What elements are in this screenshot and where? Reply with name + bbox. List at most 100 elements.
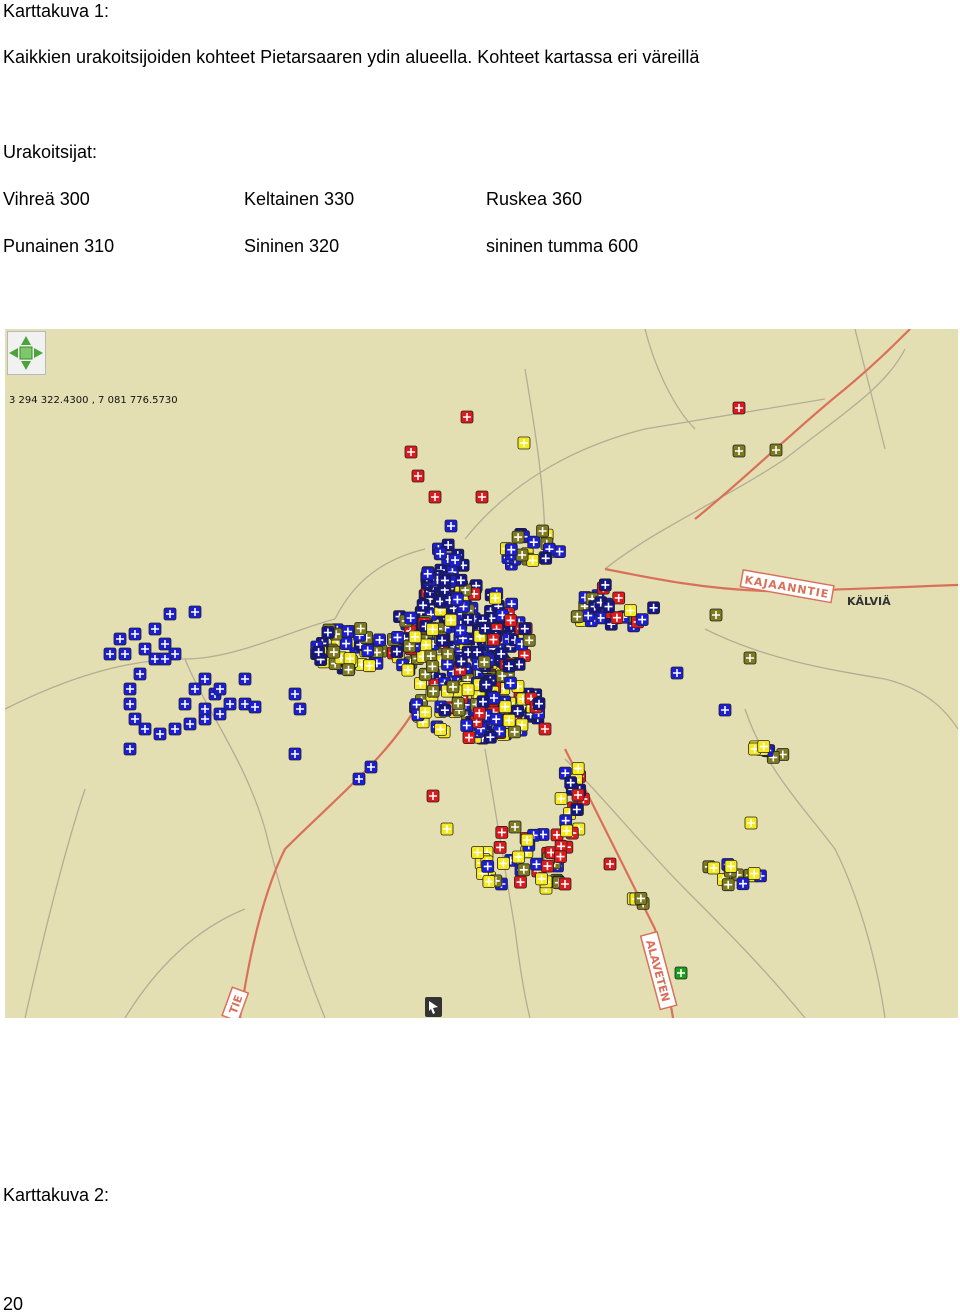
cross-marker-icon	[133, 667, 147, 681]
cross-marker-icon	[362, 659, 376, 673]
cross-marker-icon	[444, 613, 458, 627]
legend-yellow: Keltainen 330	[244, 189, 355, 209]
cross-marker-icon	[361, 644, 375, 657]
pan-compass-icon[interactable]	[8, 332, 45, 374]
cross-marker-icon	[451, 696, 465, 710]
cross-marker-icon	[178, 697, 192, 711]
cross-marker-icon	[426, 789, 440, 803]
cross-marker-icon	[401, 663, 415, 677]
cross-marker-icon	[441, 647, 455, 661]
cross-marker-icon	[707, 861, 721, 875]
cross-marker-icon	[489, 712, 503, 726]
cross-marker-icon	[502, 713, 516, 727]
cross-marker-icon	[558, 877, 572, 891]
cross-marker-icon	[448, 553, 462, 567]
map-view[interactable]: KAJAANNTIE KÄLVIÄ ALAVETEN TIE 3 294 322…	[5, 329, 958, 1018]
cross-marker-icon	[163, 607, 177, 621]
cross-marker-icon	[198, 672, 212, 686]
cross-marker-icon	[483, 730, 497, 744]
cross-marker-icon	[635, 613, 649, 627]
cross-marker-icon	[123, 742, 137, 756]
coordinate-readout: 3 294 322.4300 , 7 081 776.5730	[9, 395, 178, 406]
cross-marker-icon	[478, 621, 492, 635]
legend-dark-blue: sininen tumma 600	[486, 236, 639, 256]
cross-marker-icon	[404, 445, 418, 459]
cross-marker-icon	[416, 598, 430, 612]
page-number: 20	[3, 1294, 24, 1314]
cross-marker-icon	[342, 663, 355, 677]
caption-2: Karttakuva 2:	[3, 1185, 110, 1205]
cross-marker-icon	[602, 600, 615, 614]
minor-road	[464, 398, 826, 540]
cross-marker-icon	[709, 608, 723, 622]
cross-marker-icon	[538, 722, 552, 736]
cross-marker-icon	[438, 573, 452, 587]
cross-marker-icon	[213, 682, 227, 696]
cross-marker-icon	[496, 857, 510, 870]
cross-marker-icon	[462, 731, 476, 745]
cross-marker-icon	[419, 638, 433, 652]
site-markers	[103, 401, 790, 980]
cross-marker-icon	[450, 593, 464, 606]
cross-marker-icon	[475, 490, 489, 504]
cross-marker-icon	[520, 833, 534, 847]
cross-marker-icon	[391, 630, 404, 644]
cross-marker-icon	[571, 761, 585, 775]
cross-marker-icon	[532, 697, 546, 711]
cross-marker-icon	[183, 717, 197, 731]
intro-text: Kaikkien urakoitsijoiden kohteet Pietars…	[3, 47, 700, 67]
cross-marker-icon	[148, 622, 162, 636]
cross-marker-icon	[494, 647, 508, 661]
cross-marker-icon	[670, 666, 684, 680]
cross-marker-icon	[504, 613, 518, 627]
cross-marker-icon	[188, 605, 202, 619]
cross-marker-icon	[482, 875, 496, 888]
cross-marker-icon	[471, 846, 485, 859]
cross-marker-icon	[288, 687, 302, 701]
cross-marker-icon	[564, 776, 578, 790]
cross-marker-icon	[168, 722, 182, 736]
cross-marker-icon	[514, 875, 527, 889]
cross-marker-icon	[598, 578, 612, 592]
cross-marker-icon	[408, 630, 422, 644]
cross-marker-icon	[747, 867, 761, 880]
caption-1: Karttakuva 1:	[3, 1, 110, 21]
road-northeast	[694, 329, 911, 520]
cross-marker-icon	[460, 410, 474, 424]
cross-marker-icon	[536, 524, 549, 538]
cross-marker-icon	[434, 722, 447, 736]
pan-widget[interactable]	[7, 331, 46, 375]
cross-marker-icon	[461, 683, 475, 697]
cross-marker-icon	[460, 719, 474, 732]
cross-marker-icon	[481, 860, 495, 873]
cross-marker-icon	[488, 591, 502, 605]
cross-marker-icon	[732, 444, 746, 458]
minor-road	[704, 628, 958, 730]
cross-marker-icon	[138, 642, 152, 656]
cross-marker-icon	[560, 824, 573, 838]
cross-marker-icon	[364, 760, 378, 774]
cross-marker-icon	[535, 872, 548, 886]
minor-road	[334, 548, 426, 620]
cross-marker-icon	[477, 655, 491, 669]
cross-marker-icon	[769, 443, 783, 457]
cross-marker-icon	[554, 850, 567, 863]
cross-marker-icon	[732, 401, 746, 415]
cross-marker-icon	[512, 850, 525, 864]
minor-road	[644, 329, 696, 430]
contractors-heading: Urakoitsijat:	[3, 142, 98, 162]
cross-marker-icon	[610, 611, 624, 625]
cross-marker-icon	[554, 792, 568, 806]
cross-marker-icon	[428, 490, 442, 504]
cross-marker-icon	[515, 548, 529, 562]
cross-marker-icon	[411, 469, 425, 483]
cross-marker-icon	[511, 530, 525, 544]
cross-marker-icon	[724, 860, 738, 873]
map-canvas[interactable]: KAJAANNTIE KÄLVIÄ ALAVETEN TIE	[5, 329, 958, 1018]
minor-road	[524, 368, 546, 550]
map-cursor-icon	[425, 997, 442, 1017]
cross-marker-icon	[603, 857, 617, 871]
cross-marker-icon	[138, 722, 152, 736]
cross-marker-icon	[404, 611, 418, 625]
cross-marker-icon	[440, 822, 454, 836]
